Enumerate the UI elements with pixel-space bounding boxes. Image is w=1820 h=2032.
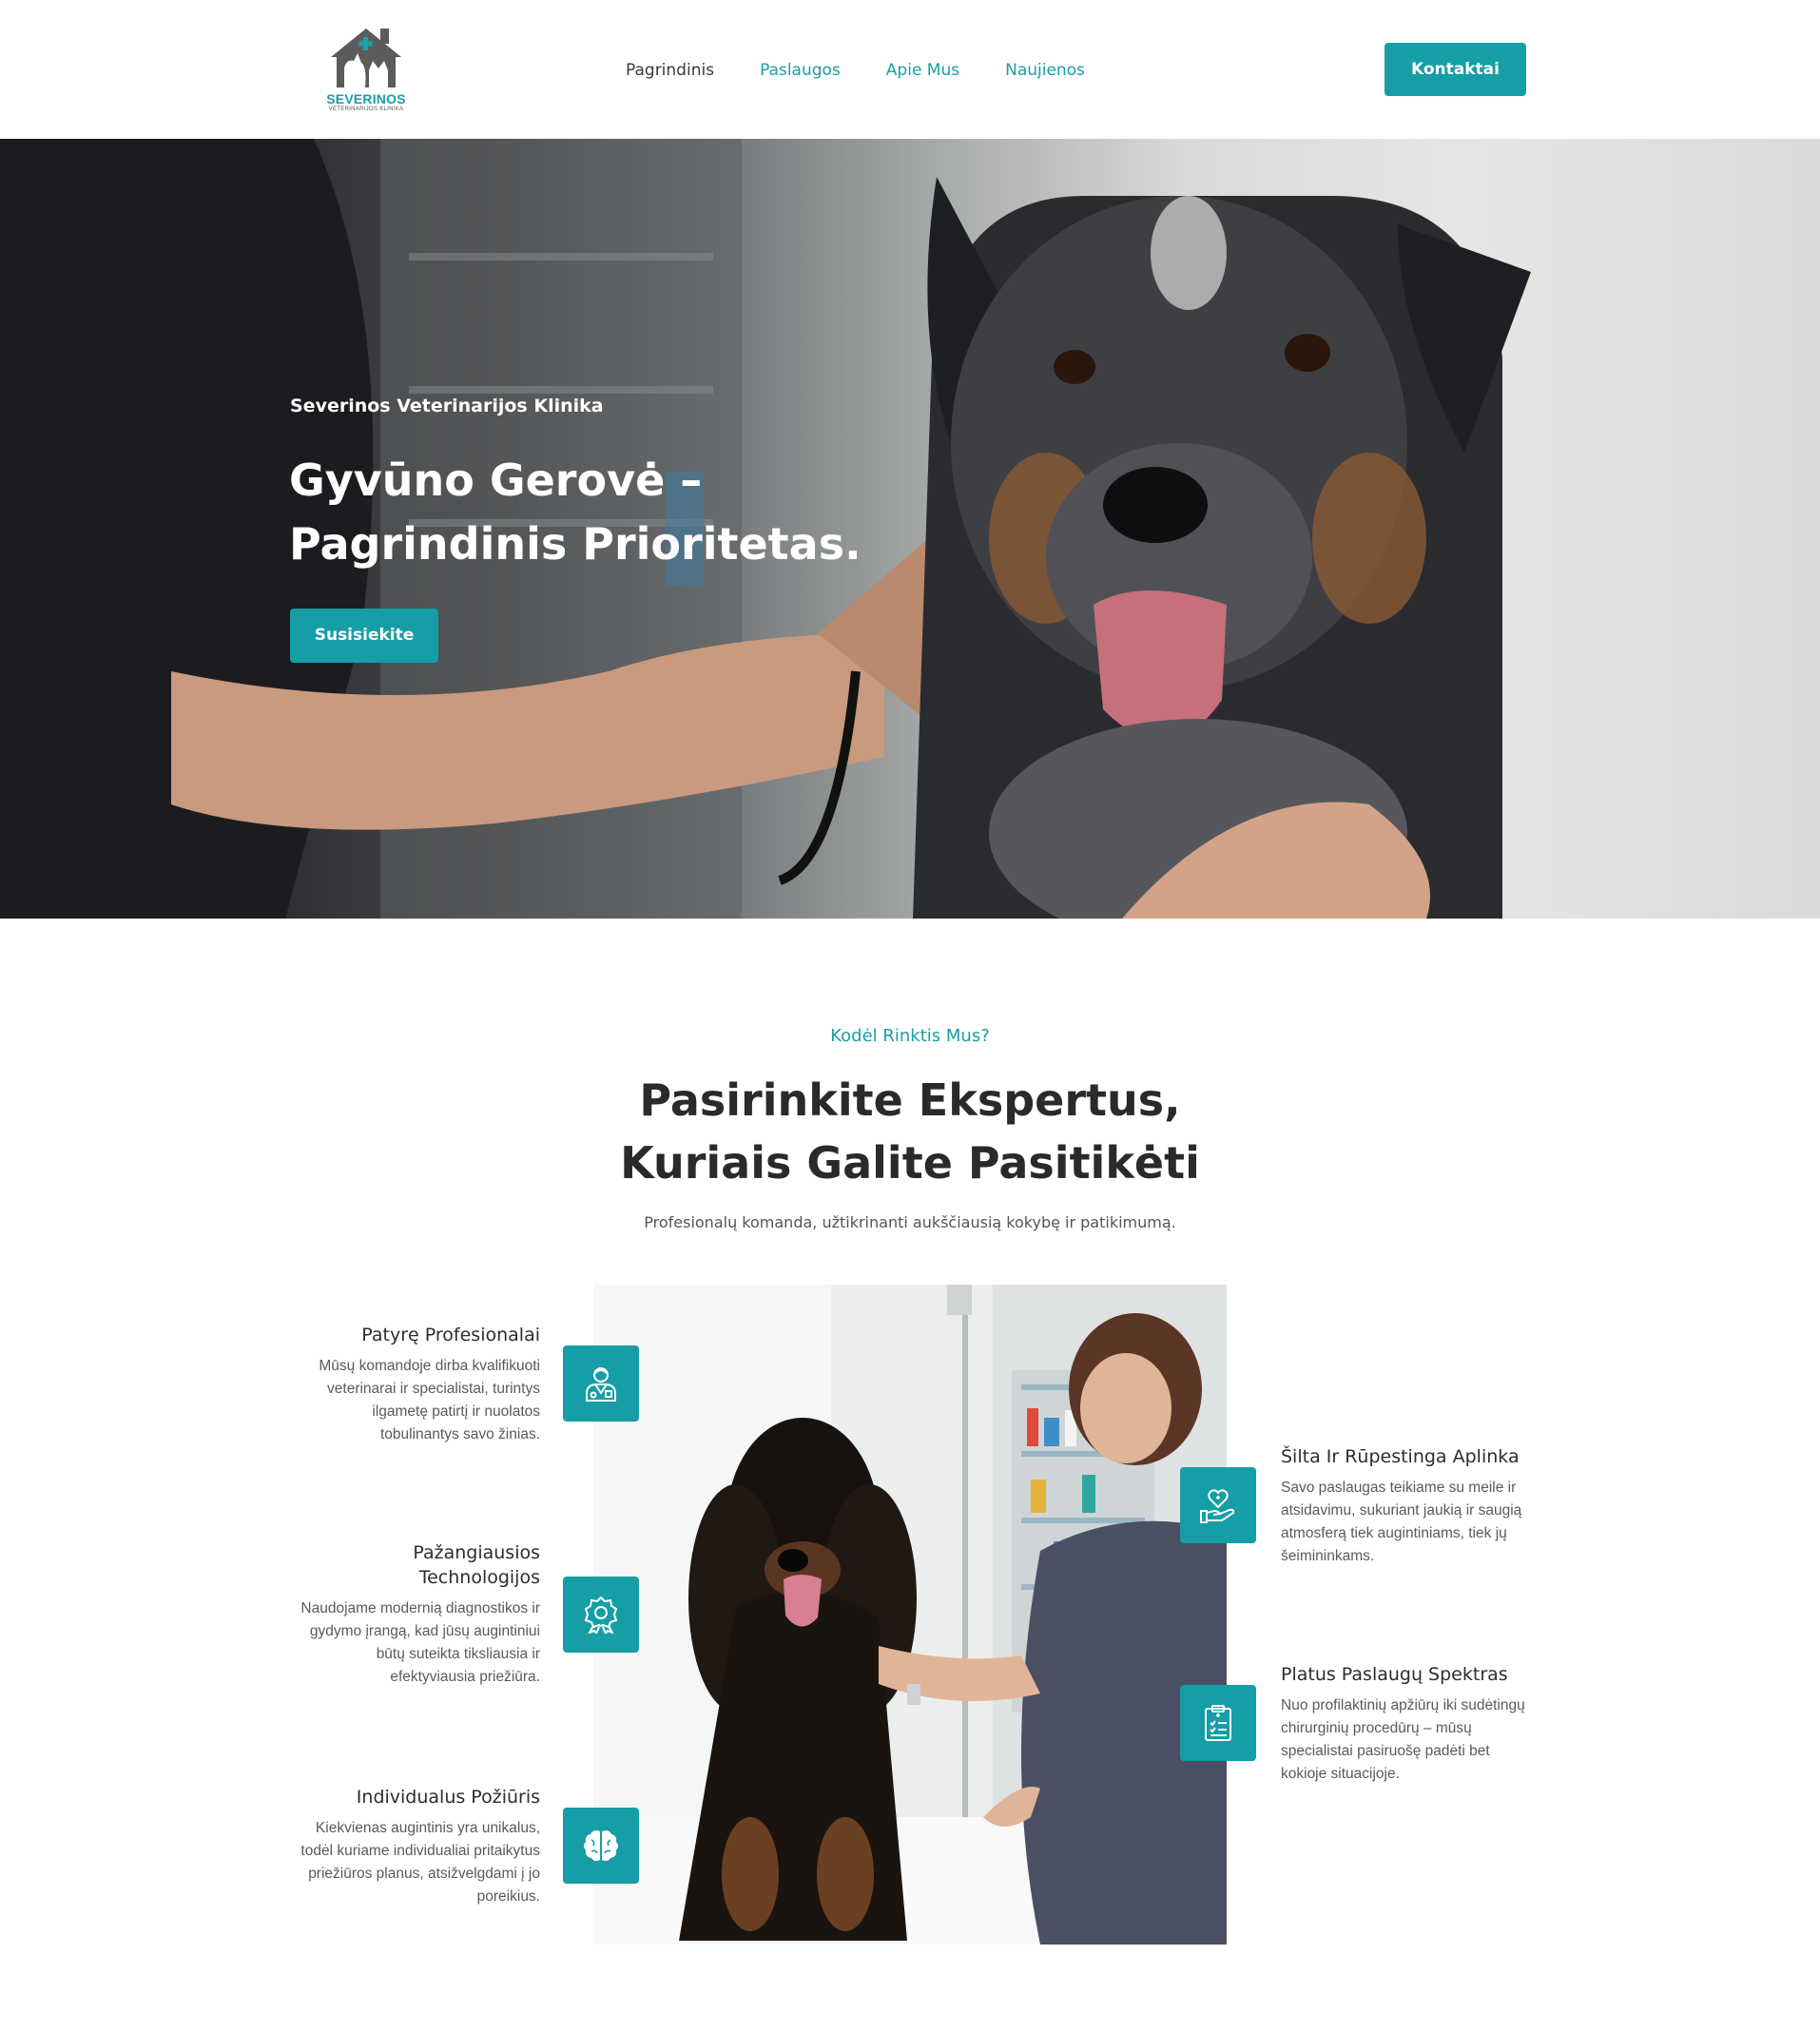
contact-button[interactable]: Kontaktai [1384, 43, 1526, 96]
feature-individual-approach: Individualus Požiūris Kiekvienas auginti… [293, 1785, 540, 1908]
nav-item-naujienos[interactable]: Naujienos [1005, 57, 1085, 86]
main-nav: Pagrindinis Paslaugos Apie Mus Naujienos [626, 57, 1085, 86]
hero-title: Gyvūno Gerovė – Pagrindinis Prioritetas. [289, 449, 955, 576]
heart-hand-icon [1180, 1467, 1256, 1543]
award-badge-icon [563, 1577, 639, 1653]
section-title: Pasirinkite Ekspertus, Kuriais Galite Pa… [435, 1069, 1385, 1194]
hero-section: Severinos Veterinarijos Klinika Gyvūno G… [0, 139, 1820, 919]
logo-name: SEVERINOS [326, 91, 406, 106]
hero-title-line1: Gyvūno Gerovė – [289, 455, 703, 506]
nav-item-paslaugos[interactable]: Paslaugos [760, 57, 841, 86]
feature-title: Pažangiausios Technologijos [413, 1542, 540, 1588]
hero-subtitle: Severinos Veterinarijos Klinika [290, 396, 604, 416]
section-title-line1: Pasirinkite Ekspertus, [639, 1074, 1181, 1126]
feature-title: Platus Paslaugų Spektras [1281, 1664, 1508, 1685]
clipboard-icon [1180, 1685, 1256, 1761]
doctor-icon [563, 1345, 639, 1422]
site-header: SEVERINOS VETERINARIJOS KLINIKA Pagrindi… [0, 0, 1820, 139]
clinic-logo[interactable]: SEVERINOS VETERINARIJOS KLINIKA [323, 25, 409, 116]
feature-warm-environment: Šilta Ir Rūpestinga Aplinka Savo paslaug… [1281, 1444, 1538, 1568]
feature-title: Patyrę Profesionalai [361, 1325, 540, 1345]
section-kicker: Kodėl Rinktis Mus? [830, 1026, 990, 1046]
feature-advanced-technologies: Pažangiausios Technologijos Naudojame mo… [293, 1540, 540, 1689]
logo-subtitle: VETERINARIJOS KLINIKA [328, 106, 404, 112]
contact-us-button[interactable]: Susisiekite [290, 609, 438, 663]
feature-text: Savo paslaugas teikiame su meile ir atsi… [1281, 1480, 1522, 1564]
vet-with-dog-photo [593, 1285, 1227, 1945]
section-title-line2: Kuriais Galite Pasitikėti [620, 1137, 1200, 1189]
hero-title-line2: Pagrindinis Prioritetas. [289, 518, 862, 570]
brain-icon [563, 1808, 639, 1884]
nav-item-pagrindinis[interactable]: Pagrindinis [626, 57, 714, 86]
section-description: Profesionalų komanda, užtikrinanti aukšč… [644, 1213, 1176, 1231]
feature-title: Šilta Ir Rūpestinga Aplinka [1281, 1446, 1520, 1467]
feature-wide-services: Platus Paslaugų Spektras Nuo profilaktin… [1281, 1662, 1538, 1786]
feature-title: Individualus Požiūris [356, 1787, 540, 1808]
feature-text: Nuo profilaktinių apžiūrų iki sudėtingų … [1281, 1697, 1525, 1782]
house-pets-logo-icon [331, 29, 401, 87]
nav-item-apie-mus[interactable]: Apie Mus [886, 57, 959, 86]
feature-text: Naudojame modernią diagnostikos ir gydym… [300, 1600, 540, 1685]
feature-text: Mūsų komandoje dirba kvalifikuoti veteri… [319, 1358, 540, 1442]
feature-text: Kiekvienas augintinis yra unikalus, todė… [300, 1820, 540, 1905]
feature-experienced-professionals: Patyrę Profesionalai Mūsų komandoje dirb… [293, 1323, 540, 1446]
